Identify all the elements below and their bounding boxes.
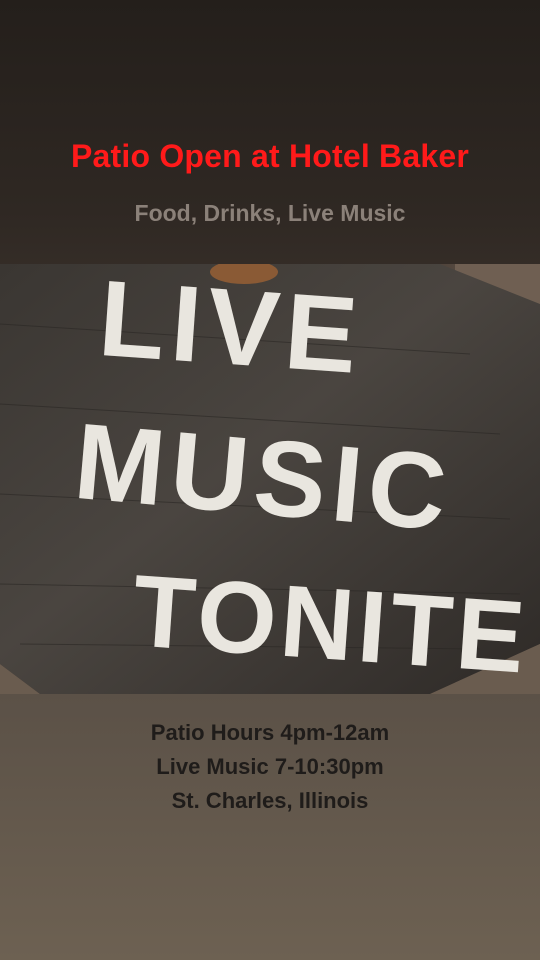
- story-post: Patio Open at Hotel Baker Food, Drinks, …: [0, 0, 540, 960]
- event-details: Patio Hours 4pm-12am Live Music 7-10:30p…: [0, 694, 540, 960]
- sign-illustration: LIVE MUSIC TONITE: [0, 264, 540, 694]
- live-music-sign-photo: LIVE MUSIC TONITE: [0, 264, 540, 694]
- post-subtitle: Food, Drinks, Live Music: [134, 200, 406, 226]
- header: Patio Open at Hotel Baker Food, Drinks, …: [0, 0, 540, 264]
- post-title: Patio Open at Hotel Baker: [71, 138, 469, 174]
- location: St. Charles, Illinois: [171, 788, 369, 813]
- patio-hours: Patio Hours 4pm-12am: [150, 720, 390, 745]
- live-music-hours: Live Music 7-10:30pm: [156, 754, 384, 779]
- stencil-live: LIVE: [95, 264, 367, 396]
